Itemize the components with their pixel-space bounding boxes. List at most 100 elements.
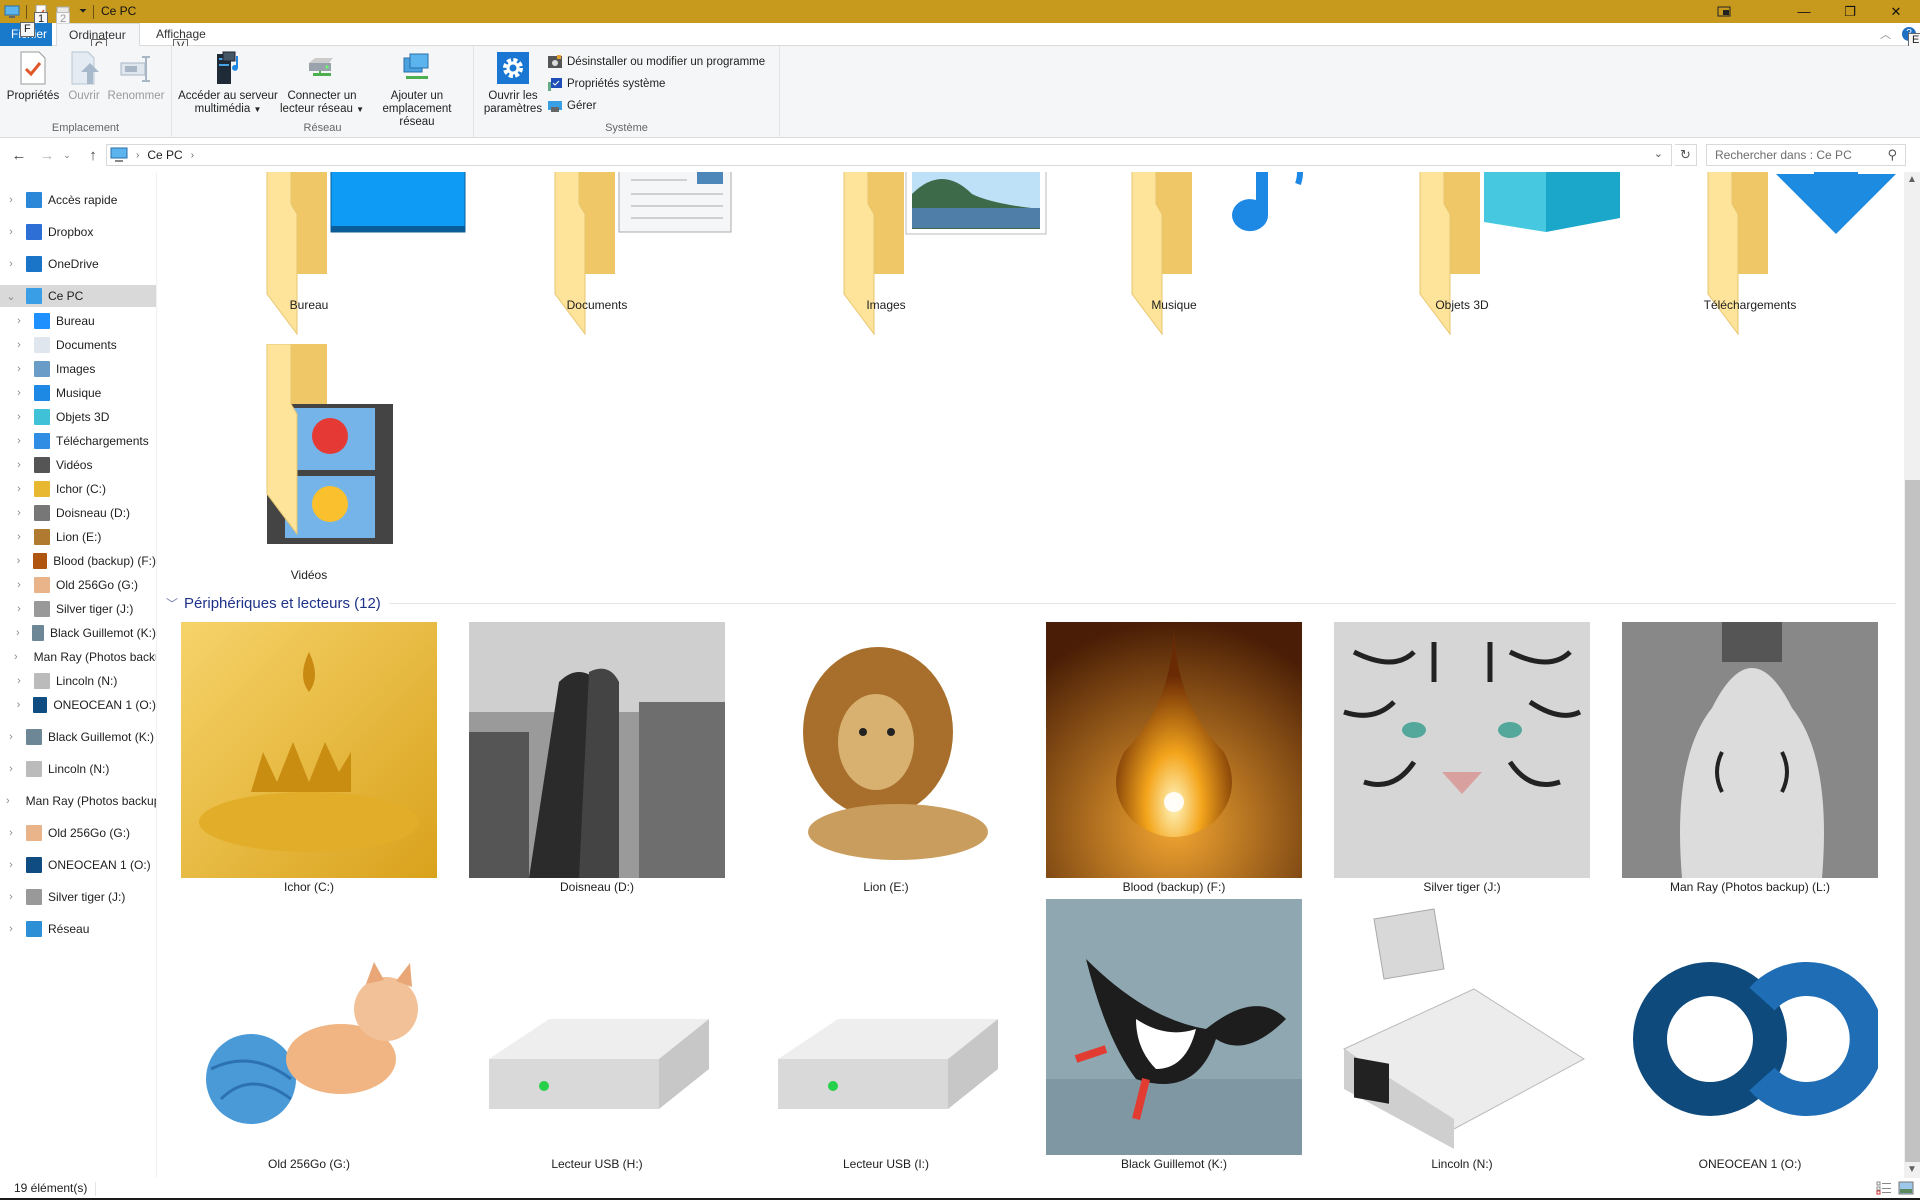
tree-item[interactable]: › Ichor (C:) <box>0 478 156 500</box>
drive-item[interactable]: Silver tiger (J:) <box>1332 622 1592 898</box>
drive-item[interactable]: Lecteur USB (H:) <box>467 899 727 1175</box>
folder-item[interactable]: Téléchargements <box>1620 172 1896 336</box>
folder-item[interactable]: Bureau <box>179 172 466 336</box>
folder-item[interactable]: Vidéos <box>179 343 439 624</box>
tree-item[interactable]: › Black Guillemot (K:) <box>0 622 156 644</box>
chevron-right-icon[interactable]: › <box>6 226 16 238</box>
media-server-button[interactable]: Accéder au serveur multimédia ▼ <box>176 50 280 116</box>
open-button[interactable]: Ouvrir <box>62 50 106 103</box>
drive-item[interactable]: Man Ray (Photos backup) (L:) <box>1620 622 1880 898</box>
chevron-right-icon[interactable]: › <box>14 627 22 639</box>
recent-locations-button[interactable]: ⌄ <box>60 145 74 165</box>
chevron-right-icon[interactable]: › <box>6 795 10 807</box>
chevron-right-icon[interactable]: › <box>14 339 24 351</box>
vertical-scrollbar[interactable]: ▲ ▼ <box>1904 172 1920 1178</box>
refresh-button[interactable]: ↻ <box>1675 144 1697 166</box>
drive-item[interactable]: Lecteur USB (I:) <box>756 899 1016 1175</box>
chevron-right-icon[interactable]: › <box>14 531 24 543</box>
folder-item[interactable]: Objets 3D <box>1332 172 1620 336</box>
chevron-right-icon[interactable]: › <box>6 194 16 206</box>
open-settings-button[interactable]: Ouvrir les paramètres <box>482 50 544 116</box>
back-button[interactable]: ← <box>8 145 30 165</box>
folder-item[interactable]: Musique <box>1044 172 1304 336</box>
tree-item[interactable]: › Doisneau (D:) <box>0 502 156 524</box>
rename-button[interactable]: Renommer <box>106 50 166 103</box>
tablet-mode-button[interactable] <box>1701 0 1747 23</box>
tree-item[interactable]: › Lincoln (N:) <box>0 670 156 692</box>
drive-item[interactable]: Black Guillemot (K:) <box>1044 899 1304 1175</box>
chevron-down-icon[interactable]: ⌄ <box>6 290 16 303</box>
tree-item[interactable]: › Lion (E:) <box>0 526 156 548</box>
tree-item[interactable]: › Blood (backup) (F:) <box>0 550 156 572</box>
tree-item[interactable]: › Bureau <box>0 310 156 332</box>
chevron-right-icon[interactable]: › <box>6 258 16 270</box>
minimize-button[interactable]: — <box>1781 0 1827 23</box>
tree-item[interactable]: › Accès rapide <box>0 189 156 211</box>
tree-item[interactable]: › Musique <box>0 382 156 404</box>
folder-item[interactable]: Images <box>756 172 1047 336</box>
tree-item[interactable]: › ONEOCEAN 1 (O:) <box>0 694 156 716</box>
tree-item[interactable]: › Documents <box>0 334 156 356</box>
chevron-right-icon[interactable]: › <box>14 651 18 663</box>
search-input[interactable]: Rechercher dans : Ce PC ⚲ <box>1706 144 1906 166</box>
details-view-button[interactable] <box>1876 1181 1892 1195</box>
tree-item[interactable]: › Objets 3D <box>0 406 156 428</box>
collapse-ribbon-button[interactable]: ︿ <box>1880 26 1891 42</box>
tree-item[interactable]: › Silver tiger (J:) <box>0 598 156 620</box>
restore-button[interactable]: ❐ <box>1827 0 1873 23</box>
large-icons-view-button[interactable] <box>1898 1181 1914 1195</box>
properties-button[interactable]: Propriétés <box>6 50 60 103</box>
tree-item[interactable]: › Vidéos <box>0 454 156 476</box>
address-history-dropdown[interactable]: ⌄ <box>1654 147 1663 160</box>
map-network-drive-button[interactable]: Connecter un lecteur réseau ▼ <box>280 50 364 116</box>
tree-item[interactable]: › OneDrive <box>0 253 156 275</box>
up-button[interactable]: ↑ <box>82 145 104 165</box>
tree-item[interactable]: › Old 256Go (G:) <box>0 574 156 596</box>
drive-item[interactable]: ONEOCEAN 1 (O:) <box>1620 899 1884 1175</box>
uninstall-program-button[interactable]: Désinstaller ou modifier un programme <box>547 52 765 72</box>
tree-item[interactable]: › Dropbox <box>0 221 156 243</box>
drive-item[interactable]: Lion (E:) <box>756 622 1016 898</box>
manage-button[interactable]: Gérer <box>547 96 596 116</box>
drive-item[interactable]: Lincoln (N:) <box>1332 899 1592 1175</box>
chevron-right-icon[interactable]: › <box>14 675 24 687</box>
drive-item[interactable]: Old 256Go (G:) <box>179 899 439 1175</box>
chevron-right-icon[interactable]: › <box>6 859 16 871</box>
tree-item[interactable]: › Old 256Go (G:) <box>0 822 156 844</box>
chevron-right-icon[interactable]: › <box>14 435 24 447</box>
chevron-right-icon[interactable]: › <box>14 555 23 567</box>
chevron-right-icon[interactable]: › <box>6 923 16 935</box>
scroll-up-button[interactable]: ▲ <box>1904 172 1920 188</box>
breadcrumb-separator-icon[interactable]: › <box>191 150 194 161</box>
chevron-right-icon[interactable]: › <box>14 603 24 615</box>
chevron-right-icon[interactable]: › <box>14 459 24 471</box>
scroll-down-button[interactable]: ▼ <box>1904 1162 1920 1178</box>
qat-customize-dropdown[interactable]: ⏷ <box>79 6 87 17</box>
tree-item[interactable]: › Images <box>0 358 156 380</box>
chevron-right-icon[interactable]: › <box>14 507 24 519</box>
folder-item[interactable]: Documents <box>467 172 732 336</box>
chevron-right-icon[interactable]: › <box>14 699 23 711</box>
breadcrumb-ce-pc[interactable]: Ce PC <box>147 148 182 162</box>
tree-item[interactable]: › Silver tiger (J:) <box>0 886 156 908</box>
drive-item[interactable]: Ichor (C:) <box>179 622 439 898</box>
devices-section-header[interactable]: ﹀ Périphériques et lecteurs (12) <box>166 595 1896 612</box>
system-properties-button[interactable]: Propriétés système <box>547 74 665 94</box>
tree-item[interactable]: › Man Ray (Photos backup) (L:) <box>0 646 156 668</box>
tree-item[interactable]: › Black Guillemot (K:) <box>0 726 156 748</box>
add-network-location-button[interactable]: Ajouter un emplacement réseau <box>364 50 470 129</box>
chevron-right-icon[interactable]: › <box>14 363 24 375</box>
chevron-right-icon[interactable]: › <box>6 891 16 903</box>
drive-item[interactable]: Doisneau (D:) <box>467 622 727 898</box>
chevron-right-icon[interactable]: › <box>14 579 24 591</box>
tree-item[interactable]: › Réseau <box>0 918 156 940</box>
chevron-right-icon[interactable]: › <box>14 387 24 399</box>
chevron-right-icon[interactable]: › <box>14 483 24 495</box>
chevron-right-icon[interactable]: › <box>6 827 16 839</box>
tree-item[interactable]: › Lincoln (N:) <box>0 758 156 780</box>
forward-button[interactable]: → <box>36 145 58 165</box>
tree-item[interactable]: › Man Ray (Photos backup) (L:) <box>0 790 156 812</box>
drive-item[interactable]: Blood (backup) (F:) <box>1044 622 1304 898</box>
chevron-right-icon[interactable]: › <box>14 315 24 327</box>
chevron-right-icon[interactable]: › <box>6 731 16 743</box>
